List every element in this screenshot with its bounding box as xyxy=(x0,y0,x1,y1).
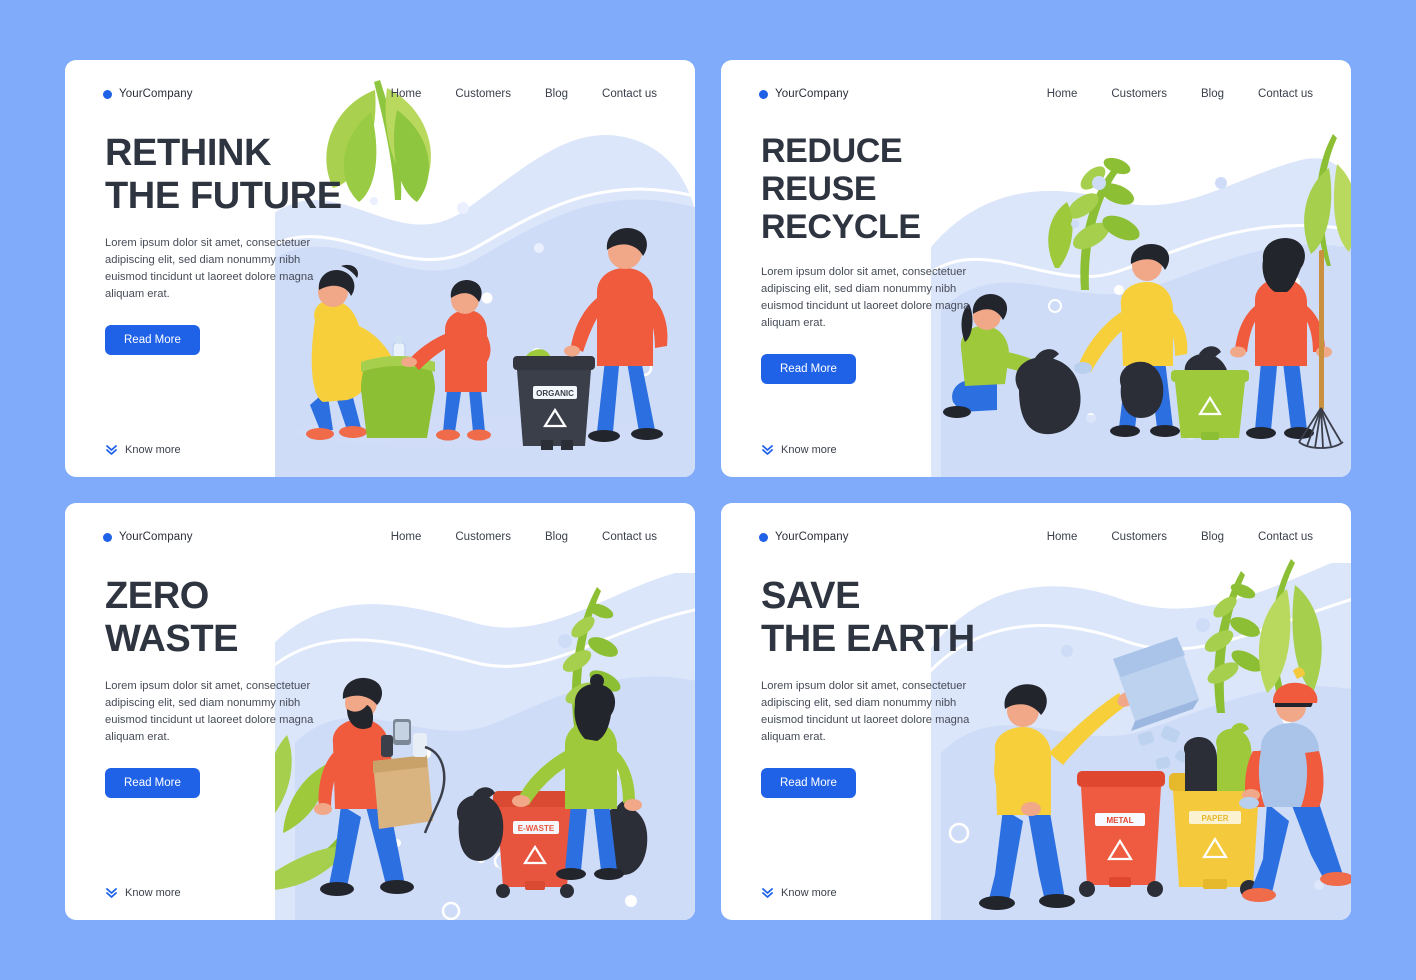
know-more-label: Know more xyxy=(125,443,181,456)
nav-link-blog[interactable]: Blog xyxy=(1201,88,1224,100)
brand-name: YourCompany xyxy=(119,88,193,100)
bin-label-paper: PAPER xyxy=(1202,814,1229,823)
hero-copy: ZERO WASTE Lorem ipsum dolor sit amet, c… xyxy=(105,575,405,799)
nav-link-contact-us[interactable]: Contact us xyxy=(602,531,657,543)
blue-dot-icon xyxy=(759,89,768,99)
blue-dot-icon xyxy=(103,89,112,99)
double-chevron-down-icon xyxy=(106,888,117,898)
nav-links: Home Customers Blog Contact us xyxy=(1047,88,1313,100)
headline-line: RECYCLE xyxy=(761,208,921,247)
nav-link-contact-us[interactable]: Contact us xyxy=(602,88,657,100)
know-more-link[interactable]: Know more xyxy=(761,443,837,456)
headline-line: REUSE xyxy=(761,170,877,209)
landing-page-card-grid: ORGANIC YourCompany Home Customers Blog … xyxy=(0,0,1416,980)
brand-logo[interactable]: YourCompany xyxy=(759,531,849,543)
page-title: SAVE THE EARTH xyxy=(761,575,1061,660)
nav-links: Home Customers Blog Contact us xyxy=(1047,531,1313,543)
read-more-button[interactable]: Read More xyxy=(761,354,856,385)
nav-link-home[interactable]: Home xyxy=(1047,88,1078,100)
headline-line: THE EARTH xyxy=(761,617,975,660)
know-more-label: Know more xyxy=(781,886,837,899)
hero-copy: RETHINK THE FUTURE Lorem ipsum dolor sit… xyxy=(105,132,405,356)
know-more-label: Know more xyxy=(125,886,181,899)
double-chevron-down-icon xyxy=(762,888,773,898)
nav-link-customers[interactable]: Customers xyxy=(1111,531,1167,543)
nav-link-customers[interactable]: Customers xyxy=(455,531,511,543)
headline-line: SAVE xyxy=(761,575,861,617)
brand-name: YourCompany xyxy=(775,88,849,100)
blue-dot-icon xyxy=(103,532,112,542)
landing-card-save-the-earth: METAL PAPER YourCompany Home Customers B… xyxy=(721,503,1351,920)
read-more-button[interactable]: Read More xyxy=(105,768,200,799)
hero-description: Lorem ipsum dolor sit amet, consectetuer… xyxy=(761,680,970,744)
page-title: RETHINK THE FUTURE xyxy=(105,132,405,217)
read-more-button[interactable]: Read More xyxy=(761,768,856,799)
nav-link-blog[interactable]: Blog xyxy=(545,531,568,543)
read-more-button[interactable]: Read More xyxy=(105,325,200,356)
nav-link-home[interactable]: Home xyxy=(391,88,422,100)
page-title: ZERO WASTE xyxy=(105,575,405,660)
headline-line: ZERO xyxy=(105,575,209,617)
nav-link-home[interactable]: Home xyxy=(1047,531,1078,543)
hero-description: Lorem ipsum dolor sit amet, consectetuer… xyxy=(105,680,314,744)
brand-logo[interactable]: YourCompany xyxy=(103,531,193,543)
landing-card-zero-waste: E-WASTE YourCompany Home Customers Blog … xyxy=(65,503,695,920)
brand-logo[interactable]: YourCompany xyxy=(103,88,193,100)
bin-label-organic: ORGANIC xyxy=(536,389,574,398)
hero-copy: SAVE THE EARTH Lorem ipsum dolor sit ame… xyxy=(761,575,1061,799)
nav-links: Home Customers Blog Contact us xyxy=(391,88,657,100)
nav-link-contact-us[interactable]: Contact us xyxy=(1258,88,1313,100)
nav-links: Home Customers Blog Contact us xyxy=(391,531,657,543)
nav-link-home[interactable]: Home xyxy=(391,531,422,543)
hero-copy: REDUCE REUSE RECYCLE Lorem ipsum dolor s… xyxy=(761,132,1061,385)
top-navigation: YourCompany Home Customers Blog Contact … xyxy=(721,503,1351,571)
bin-label-e-waste: E-WASTE xyxy=(518,824,555,833)
headline-line: RETHINK xyxy=(105,132,272,174)
blue-dot-icon xyxy=(759,532,768,542)
headline-line: WASTE xyxy=(105,617,239,660)
headline-line: THE FUTURE xyxy=(105,174,342,217)
top-navigation: YourCompany Home Customers Blog Contact … xyxy=(65,503,695,571)
double-chevron-down-icon xyxy=(762,445,773,455)
know-more-link[interactable]: Know more xyxy=(761,886,837,899)
bin-label-metal: METAL xyxy=(1107,816,1134,825)
headline-line: REDUCE xyxy=(761,132,903,170)
nav-link-contact-us[interactable]: Contact us xyxy=(1258,531,1313,543)
know-more-link[interactable]: Know more xyxy=(105,886,181,899)
nav-link-customers[interactable]: Customers xyxy=(455,88,511,100)
brand-name: YourCompany xyxy=(119,531,193,543)
nav-link-customers[interactable]: Customers xyxy=(1111,88,1167,100)
brand-logo[interactable]: YourCompany xyxy=(759,88,849,100)
nav-link-blog[interactable]: Blog xyxy=(1201,531,1224,543)
know-more-link[interactable]: Know more xyxy=(105,443,181,456)
hero-description: Lorem ipsum dolor sit amet, consectetuer… xyxy=(761,266,970,330)
landing-card-reduce-reuse-recycle: YourCompany Home Customers Blog Contact … xyxy=(721,60,1351,477)
top-navigation: YourCompany Home Customers Blog Contact … xyxy=(721,60,1351,128)
hero-description: Lorem ipsum dolor sit amet, consectetuer… xyxy=(105,237,314,301)
know-more-label: Know more xyxy=(781,443,837,456)
brand-name: YourCompany xyxy=(775,531,849,543)
double-chevron-down-icon xyxy=(106,445,117,455)
landing-card-rethink-the-future: ORGANIC YourCompany Home Customers Blog … xyxy=(65,60,695,477)
nav-link-blog[interactable]: Blog xyxy=(545,88,568,100)
page-title: REDUCE REUSE RECYCLE xyxy=(761,132,1061,246)
top-navigation: YourCompany Home Customers Blog Contact … xyxy=(65,60,695,128)
